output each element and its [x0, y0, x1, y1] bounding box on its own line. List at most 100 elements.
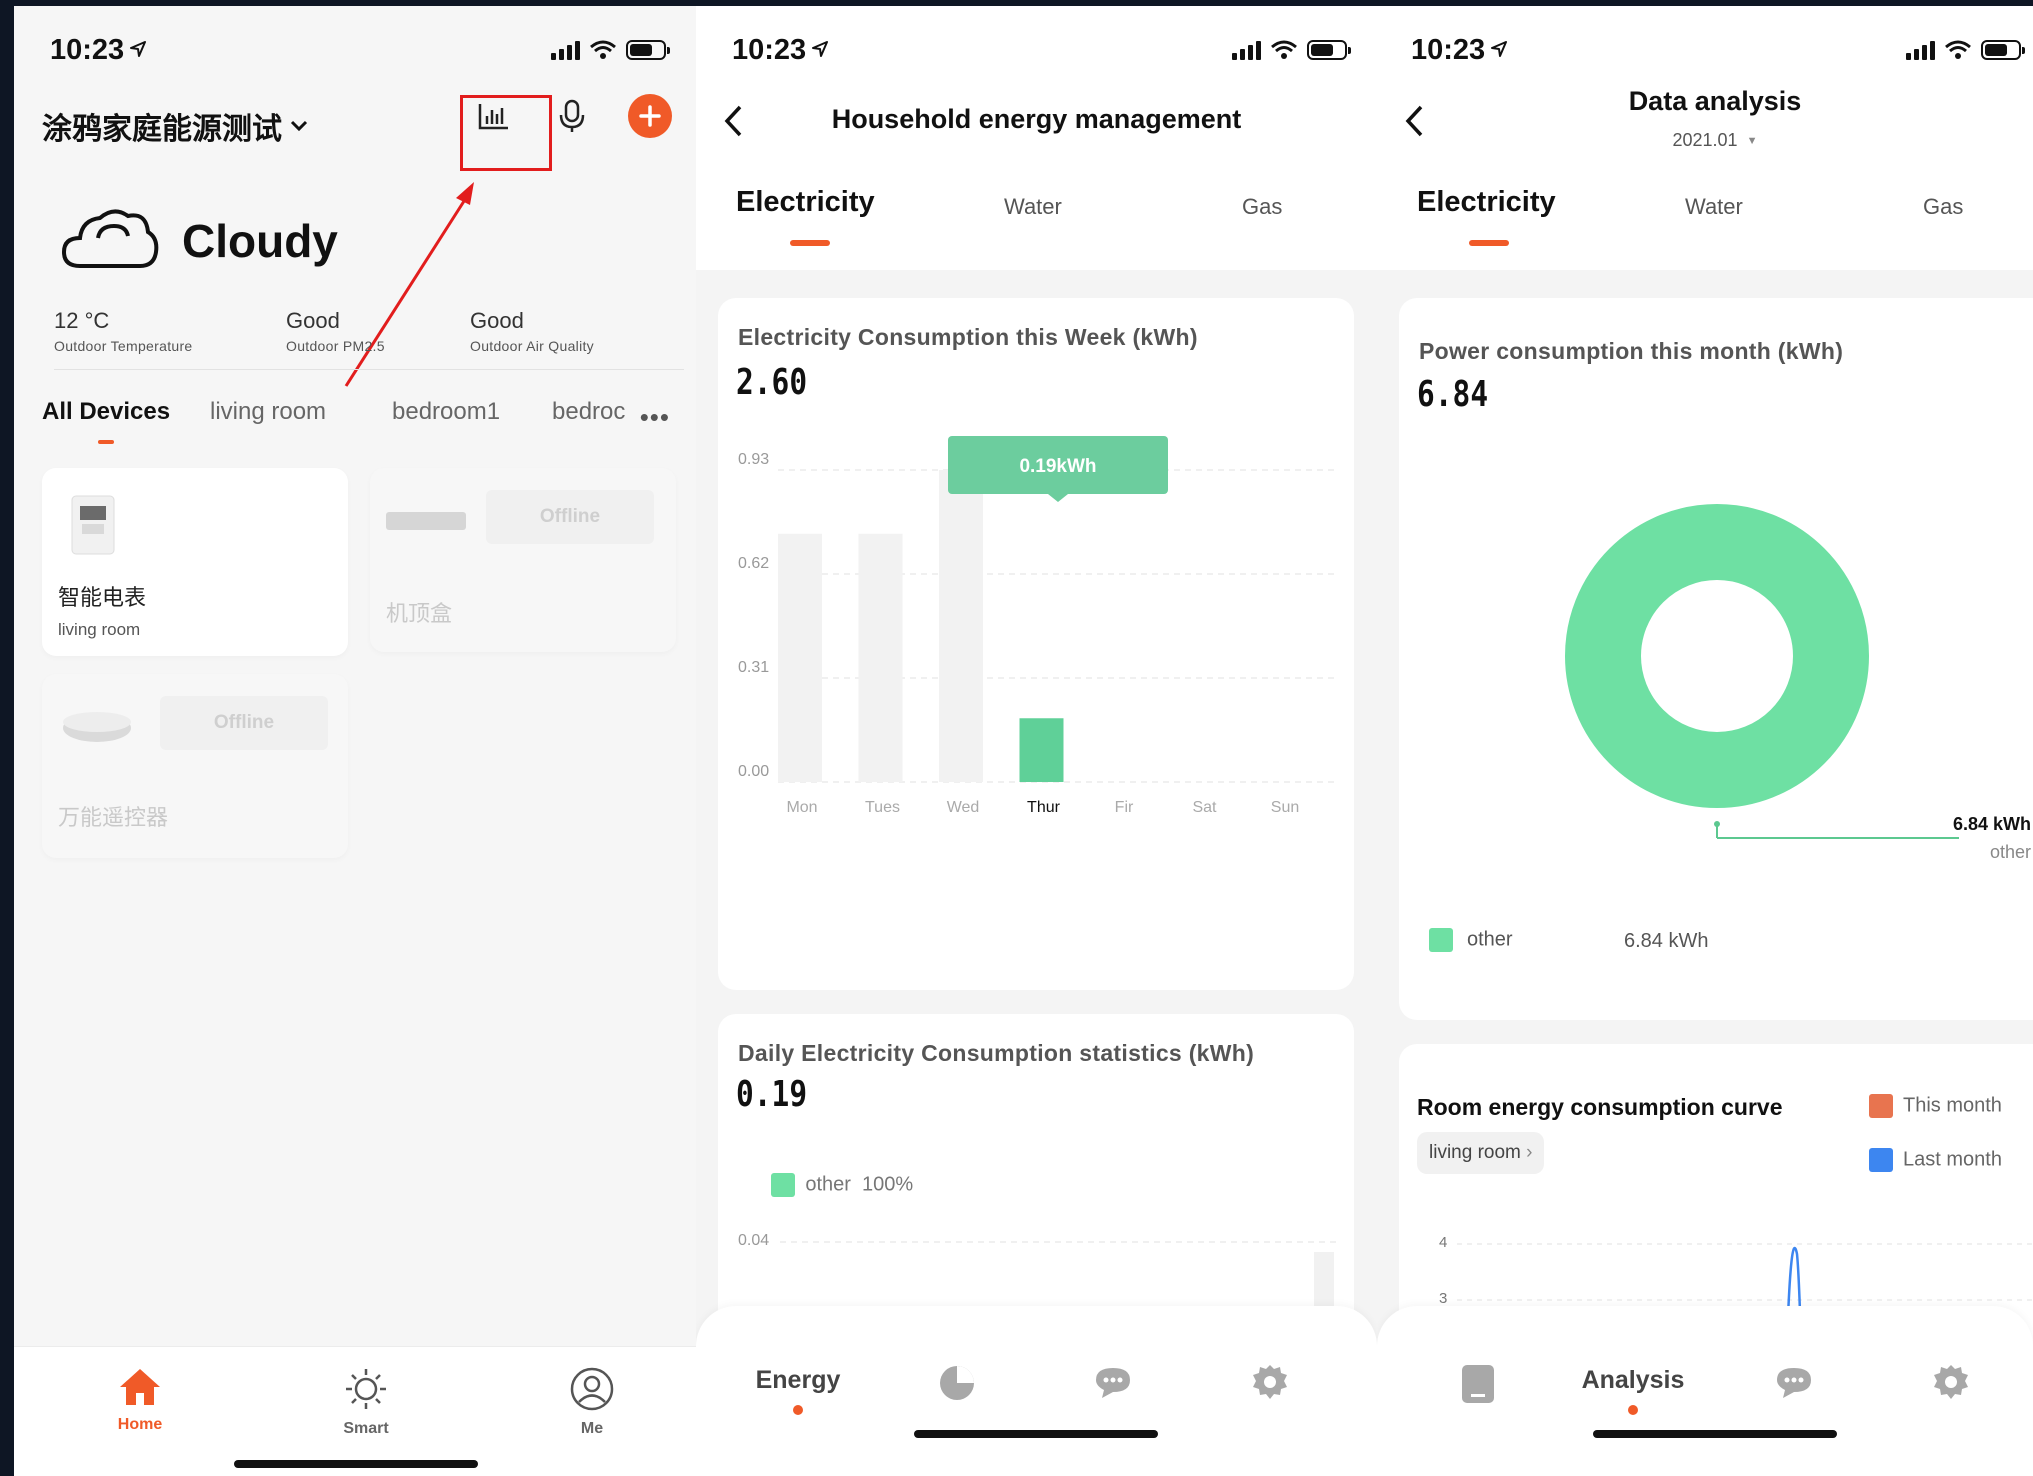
active-tab-indicator — [98, 440, 114, 444]
user-icon — [570, 1367, 614, 1411]
weekly-consumption-card: Electricity Consumption this Week (kWh) … — [718, 298, 1354, 990]
air-quality-stat: Good Outdoor Air Quality — [470, 308, 594, 354]
tab-electricity[interactable]: Electricity — [1417, 186, 1556, 219]
home-icon — [120, 1369, 160, 1405]
settings-gear-icon[interactable] — [1933, 1364, 1969, 1400]
offline-badge: Offline — [160, 696, 328, 750]
home-screen: 10:23 涂鸦家庭能源测试 Cloudy 12 °C Outdoor Temp… — [14, 6, 696, 1476]
tab-gas[interactable]: Gas — [1242, 194, 1282, 220]
tab-living-room[interactable]: living room — [210, 398, 326, 426]
tab-water[interactable]: Water — [1685, 194, 1743, 220]
y-tick-label: 0.31 — [738, 659, 769, 676]
message-icon[interactable] — [1094, 1366, 1132, 1400]
nav-analysis[interactable]: Analysis — [1573, 1366, 1693, 1415]
tab-electricity[interactable]: Electricity — [736, 186, 875, 219]
home-indicator — [1593, 1430, 1837, 1438]
status-icons — [1232, 40, 1351, 60]
x-tick-label: Thur — [1027, 799, 1061, 816]
sun-icon — [346, 1369, 386, 1409]
status-time: 10:23 — [1411, 34, 1508, 67]
x-tick-label: Sat — [1192, 799, 1217, 816]
active-tab-indicator — [1469, 240, 1509, 246]
cellular-signal-icon — [1906, 40, 1935, 60]
active-dot — [793, 1405, 803, 1415]
tab-all-devices[interactable]: All Devices — [42, 398, 170, 426]
tab-gas[interactable]: Gas — [1923, 194, 1963, 220]
y-tick-label: 0.00 — [738, 763, 769, 780]
device-card-set-top-box[interactable]: Offline 机顶盒 — [370, 468, 676, 652]
x-tick-label: Tues — [865, 799, 900, 816]
status-bar: 10:23 — [1377, 6, 2033, 92]
energy-screen: 10:23 Household energy management Electr… — [696, 6, 1377, 1476]
battery-icon — [1981, 40, 2025, 60]
bottom-nav: Home Smart Me — [14, 1346, 696, 1476]
weekly-bar-chart: 0.93 0.62 0.31 0.00 Mon Tues Wed Thur Fir Sat Sun 0… — [738, 436, 1338, 816]
y-tick-label: 0.93 — [738, 451, 769, 468]
callout-label: other — [1989, 842, 2031, 862]
device-name: 智能电表 — [58, 585, 147, 610]
device-card-smart-meter[interactable]: 智能电表 living room — [42, 468, 348, 656]
set-top-box-icon — [386, 512, 466, 530]
weather-condition: Cloudy — [182, 215, 338, 267]
battery-icon — [1307, 40, 1351, 60]
home-indicator — [914, 1430, 1158, 1438]
nav-me[interactable]: Me — [532, 1367, 652, 1438]
pm25-stat: Good Outdoor PM2.5 — [286, 308, 385, 354]
home-indicator — [234, 1460, 478, 1468]
bar-tues — [858, 533, 903, 782]
wifi-icon — [1945, 40, 1971, 59]
legend-value: 6.84 kWh — [1624, 930, 1709, 952]
cloudy-icon — [61, 209, 159, 268]
device-name: 万能遥控器 — [58, 805, 169, 830]
period-selector[interactable]: 2021.01 ▼ — [1377, 130, 2033, 151]
bar-mon — [778, 533, 822, 782]
tooltip-text: 0.19kWh — [1019, 456, 1096, 477]
tab-water[interactable]: Water — [1004, 194, 1062, 220]
tab-bedroom2[interactable]: bedroc — [552, 398, 638, 426]
offline-badge: Offline — [486, 490, 654, 544]
callout-value: 6.84 kWh — [1952, 814, 2031, 834]
page-title: Data analysis — [1628, 86, 1802, 116]
weather-stats: 12 °C Outdoor Temperature Good Outdoor P… — [54, 308, 684, 370]
nav-energy[interactable]: Energy — [738, 1366, 858, 1415]
device-room: living room — [58, 620, 141, 639]
x-tick-label: Wed — [947, 799, 980, 816]
settings-gear-icon[interactable] — [1252, 1364, 1288, 1400]
legend-item: other — [1429, 928, 1513, 952]
tooltip-pointer — [1048, 494, 1068, 502]
room-tabs: All Devices living room bedroom1 bedroc — [42, 398, 682, 448]
more-rooms-icon[interactable]: ••• — [640, 402, 670, 433]
caret-down-icon: ▼ — [1746, 135, 1758, 147]
analysis-screen: 10:23 Data analysis 2021.01 ▼ Electricit… — [1377, 6, 2033, 1476]
cellular-signal-icon — [1232, 40, 1261, 60]
active-dot — [1628, 1405, 1638, 1415]
bar-thur — [1019, 718, 1064, 782]
y-tick-label: 0.62 — [738, 555, 769, 572]
smart-meter-icon — [71, 495, 115, 555]
status-icons — [1906, 40, 2025, 60]
status-time: 10:23 — [732, 34, 829, 67]
monthly-consumption-card: Power consumption this month (kWh) 6.84 … — [1399, 298, 2033, 1020]
location-arrow-icon — [1491, 41, 1508, 57]
page-title: Household energy management — [831, 104, 1242, 134]
universal-remote-icon — [63, 712, 131, 742]
nav-smart[interactable]: Smart — [306, 1367, 426, 1438]
temperature-stat: 12 °C Outdoor Temperature — [54, 308, 193, 354]
nav-home[interactable]: Home — [80, 1367, 200, 1434]
donut-chart — [1565, 504, 1959, 839]
device-name: 机顶盒 — [386, 601, 453, 626]
message-icon[interactable] — [1775, 1366, 1813, 1400]
donut-slice-other — [1565, 504, 1869, 808]
tab-bedroom1[interactable]: bedroom1 — [392, 398, 500, 426]
device-icon[interactable] — [1461, 1364, 1495, 1404]
active-tab-indicator — [790, 240, 830, 246]
x-tick-label: Sun — [1271, 799, 1299, 816]
status-bar: 10:23 — [696, 6, 1377, 92]
location-arrow-icon — [812, 41, 829, 57]
bottom-nav: Energy — [696, 1306, 1377, 1476]
x-tick-label: Mon — [786, 799, 817, 816]
wifi-icon — [1271, 40, 1297, 59]
device-card-remote[interactable]: Offline 万能遥控器 — [42, 674, 348, 858]
legend-swatch — [1429, 928, 1453, 952]
pie-chart-icon[interactable] — [938, 1364, 976, 1402]
